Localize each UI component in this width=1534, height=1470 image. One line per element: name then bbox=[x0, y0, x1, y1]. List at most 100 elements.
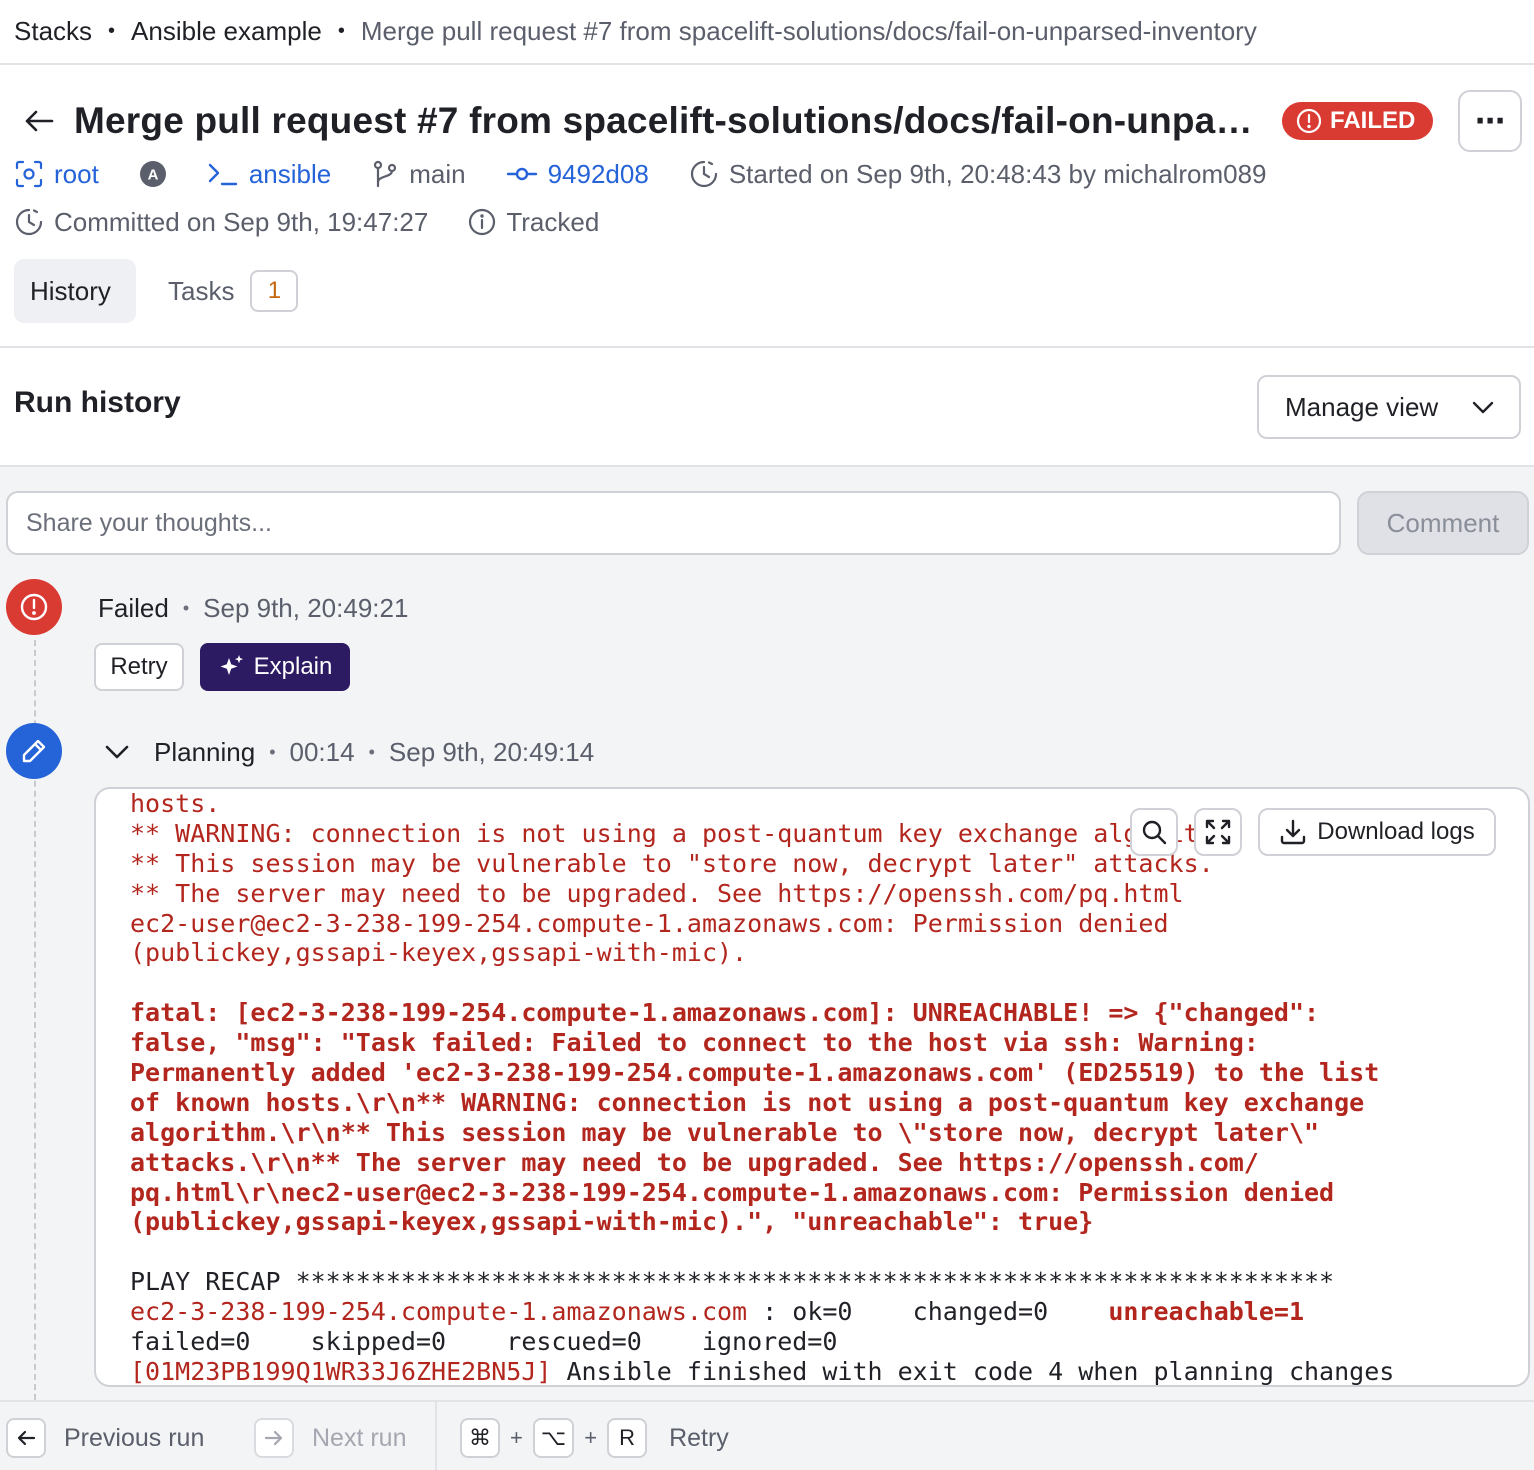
log-text-line: PLAY RECAP *****************************… bbox=[130, 1267, 1335, 1297]
log-text-line: algorithm.\r\n** This session may be vul… bbox=[130, 1117, 1320, 1147]
download-icon bbox=[1281, 819, 1306, 845]
planning-status-icon bbox=[6, 723, 62, 779]
space-label: root bbox=[54, 158, 99, 189]
log-run-id: [01M23PB199Q1WR33J6ZHE2BN5J] bbox=[130, 1356, 552, 1386]
chevron-down-icon bbox=[105, 745, 129, 759]
chevron-down-icon bbox=[1472, 401, 1494, 414]
breadcrumb: Stacks • Ansible example • Merge pull re… bbox=[14, 12, 1257, 50]
svg-text:A: A bbox=[147, 167, 158, 184]
event-name: Planning bbox=[154, 736, 256, 767]
previous-run-button[interactable]: Previous run bbox=[6, 1418, 204, 1458]
event-time: Sep 9th, 20:49:14 bbox=[388, 736, 595, 767]
divider bbox=[0, 346, 1534, 348]
page-title: Merge pull request #7 from spacelift-sol… bbox=[74, 100, 1264, 141]
git-commit-icon bbox=[506, 167, 537, 181]
commit-link[interactable]: 9492d08 bbox=[506, 159, 649, 190]
log-text-line: fatal: [ec2-3-238-199-254.compute-1.amaz… bbox=[130, 998, 1320, 1028]
log-line: false, "msg": "Task failed: Failed to co… bbox=[130, 1028, 1520, 1058]
log-line: (publickey,gssapi-keyex,gssapi-with-mic)… bbox=[130, 938, 1520, 968]
log-host: ec2-3-238-199-254.compute-1.amazonaws.co… bbox=[130, 1297, 748, 1327]
log-line: of known hosts.\r\n** WARNING: connectio… bbox=[130, 1088, 1520, 1118]
log-line: failed=0 skipped=0 rescued=0 ignored=0 bbox=[130, 1327, 1520, 1357]
arrow-left-icon bbox=[6, 1418, 46, 1458]
retry-button[interactable]: Retry bbox=[94, 643, 184, 691]
log-text-line: of known hosts.\r\n** WARNING: connectio… bbox=[130, 1087, 1365, 1117]
log-line: fatal: [ec2-3-238-199-254.compute-1.amaz… bbox=[130, 998, 1520, 1028]
clock-icon bbox=[690, 160, 717, 188]
info-icon bbox=[469, 208, 496, 236]
log-text-line: (publickey,gssapi-keyex,gssapi-with-mic)… bbox=[130, 938, 748, 968]
manage-view-dropdown[interactable]: Manage view bbox=[1257, 375, 1521, 439]
log-line: pq.html\r\nec2-user@ec2-3-238-199-254.co… bbox=[130, 1178, 1520, 1208]
log-line: attacks.\r\n** The server may need to be… bbox=[130, 1148, 1520, 1178]
tab-tasks-label: Tasks bbox=[168, 275, 235, 306]
comment-input[interactable] bbox=[6, 491, 1341, 555]
log-text-line: Permanently added 'ec2-3-238-199-254.com… bbox=[130, 1058, 1380, 1088]
next-run-button: Next run bbox=[254, 1418, 406, 1458]
more-actions-button[interactable]: ⋯ bbox=[1458, 90, 1522, 152]
back-arrow-icon[interactable] bbox=[22, 102, 56, 140]
search-icon bbox=[1142, 820, 1167, 845]
space-link[interactable]: root bbox=[14, 159, 99, 190]
option-key-icon: ⌥ bbox=[532, 1418, 575, 1458]
log-unreachable: unreachable=1 bbox=[1108, 1297, 1305, 1327]
log-recap-stats: : ok=0 changed=0 bbox=[747, 1297, 1109, 1327]
event-duration: 00:14 bbox=[289, 736, 355, 767]
log-text-line: ec2-user@ec2-3-238-199-254.compute-1.ama… bbox=[130, 908, 1169, 938]
log-panel[interactable]: hosts. ** WARNING: connection is not usin… bbox=[94, 787, 1530, 1387]
log-line: ** The server may need to be upgraded. S… bbox=[130, 879, 1520, 909]
planning-event-header[interactable]: Planning • 00:14 • Sep 9th, 20:49:14 bbox=[104, 732, 594, 772]
separator-dot: • bbox=[269, 741, 276, 762]
comment-button[interactable]: Comment bbox=[1357, 491, 1529, 555]
manage-view-label: Manage view bbox=[1285, 391, 1439, 422]
plus-sign: + bbox=[584, 1425, 598, 1450]
search-logs-button[interactable] bbox=[1130, 808, 1178, 856]
commit-label: 9492d08 bbox=[547, 158, 649, 189]
tasks-count-badge: 1 bbox=[250, 270, 299, 312]
committed-info: Committed on Sep 9th, 19:47:27 bbox=[14, 207, 428, 238]
arrow-right-icon bbox=[254, 1418, 294, 1458]
event-name: Failed bbox=[98, 592, 169, 623]
separator-dot: • bbox=[182, 597, 190, 618]
ansible-logo-icon: A bbox=[139, 161, 166, 187]
breadcrumb-stack[interactable]: Ansible example bbox=[131, 16, 322, 47]
next-run-label: Next run bbox=[312, 1423, 407, 1452]
separator-dot: • bbox=[368, 741, 375, 762]
log-text-line: failed=0 skipped=0 rescued=0 ignored=0 bbox=[130, 1327, 838, 1357]
command-key-icon: ⌘ bbox=[460, 1418, 500, 1458]
tab-history[interactable]: History bbox=[14, 259, 136, 323]
download-logs-label: Download logs bbox=[1317, 818, 1475, 845]
log-text-line: ** WARNING: connection is not using a po… bbox=[130, 818, 1244, 848]
log-text-line: attacks.\r\n** The server may need to be… bbox=[130, 1147, 1259, 1177]
status-badge: FAILED bbox=[1282, 102, 1434, 140]
stack-link[interactable]: ansible bbox=[207, 159, 331, 190]
tab-tasks[interactable]: Tasks 1 bbox=[168, 259, 299, 323]
r-key: R bbox=[607, 1418, 648, 1458]
fullscreen-button[interactable] bbox=[1194, 808, 1242, 856]
git-branch-icon bbox=[374, 160, 397, 188]
divider bbox=[435, 1402, 437, 1470]
expand-icon bbox=[1205, 819, 1231, 845]
bottom-bar bbox=[0, 1400, 1534, 1470]
terminal-icon bbox=[208, 163, 238, 186]
run-meta-secondary: Committed on Sep 9th, 19:47:27 Tracked bbox=[14, 202, 639, 242]
log-line: (publickey,gssapi-keyex,gssapi-with-mic)… bbox=[130, 1207, 1520, 1237]
log-text-line: ** The server may need to be upgraded. S… bbox=[130, 878, 1184, 908]
previous-run-label: Previous run bbox=[64, 1423, 205, 1452]
started-label: Started on Sep 9th, 20:48:43 by michalro… bbox=[728, 158, 1267, 189]
run-meta: root A ansible main 9492d08 Started on S… bbox=[14, 154, 1306, 194]
plus-sign: + bbox=[510, 1425, 523, 1450]
vendor-avatar: A bbox=[139, 160, 167, 188]
breadcrumb-stacks[interactable]: Stacks bbox=[14, 16, 92, 47]
log-line: Permanently added 'ec2-3-238-199-254.com… bbox=[130, 1058, 1520, 1088]
stack-label: ansible bbox=[248, 158, 332, 189]
explain-button[interactable]: Explain bbox=[200, 643, 350, 691]
log-message: Ansible finished with exit code 4 when p… bbox=[551, 1356, 1395, 1386]
retry-shortcut-label: Retry bbox=[669, 1423, 729, 1452]
log-text-line: pq.html\r\nec2-user@ec2-3-238-199-254.co… bbox=[130, 1177, 1335, 1207]
log-line: PLAY RECAP *****************************… bbox=[130, 1267, 1520, 1297]
download-logs-button[interactable]: Download logs bbox=[1258, 808, 1496, 856]
tracked-label: Tracked bbox=[506, 206, 600, 237]
status-label: FAILED bbox=[1330, 107, 1416, 134]
